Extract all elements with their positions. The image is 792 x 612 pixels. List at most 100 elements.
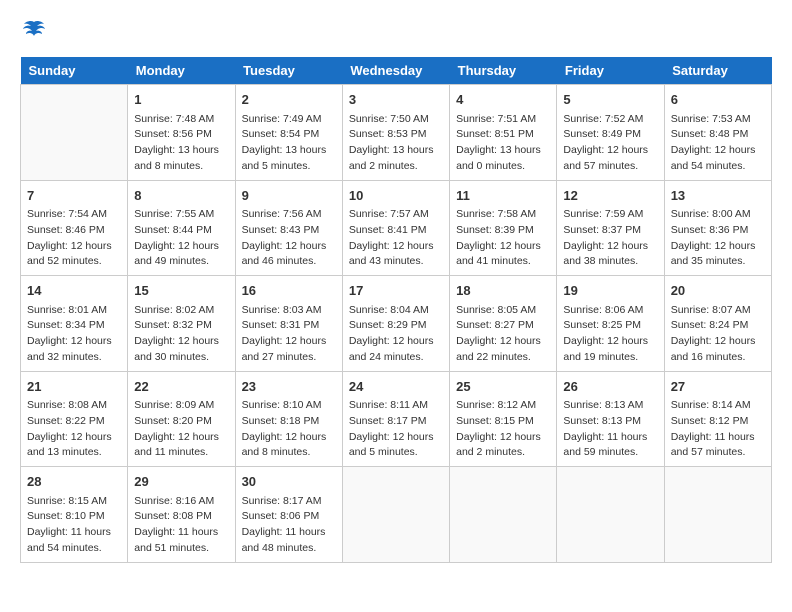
calendar-cell [342, 467, 449, 563]
cell-info: Sunrise: 7:50 AM Sunset: 8:53 PM Dayligh… [349, 112, 443, 175]
calendar-cell: 24Sunrise: 8:11 AM Sunset: 8:17 PM Dayli… [342, 371, 449, 467]
cell-info: Sunrise: 8:11 AM Sunset: 8:17 PM Dayligh… [349, 398, 443, 461]
cell-info: Sunrise: 7:54 AM Sunset: 8:46 PM Dayligh… [27, 207, 121, 270]
cell-info: Sunrise: 8:07 AM Sunset: 8:24 PM Dayligh… [671, 303, 765, 366]
cell-info: Sunrise: 7:53 AM Sunset: 8:48 PM Dayligh… [671, 112, 765, 175]
day-header-sunday: Sunday [21, 57, 128, 85]
cell-info: Sunrise: 7:52 AM Sunset: 8:49 PM Dayligh… [563, 112, 657, 175]
day-number: 8 [134, 186, 228, 206]
cell-info: Sunrise: 7:58 AM Sunset: 8:39 PM Dayligh… [456, 207, 550, 270]
calendar-cell: 30Sunrise: 8:17 AM Sunset: 8:06 PM Dayli… [235, 467, 342, 563]
day-number: 25 [456, 377, 550, 397]
day-number: 3 [349, 90, 443, 110]
calendar-cell: 7Sunrise: 7:54 AM Sunset: 8:46 PM Daylig… [21, 180, 128, 276]
cell-info: Sunrise: 8:12 AM Sunset: 8:15 PM Dayligh… [456, 398, 550, 461]
day-number: 7 [27, 186, 121, 206]
calendar-cell [664, 467, 771, 563]
day-number: 28 [27, 472, 121, 492]
day-number: 19 [563, 281, 657, 301]
day-number: 26 [563, 377, 657, 397]
cell-info: Sunrise: 8:02 AM Sunset: 8:32 PM Dayligh… [134, 303, 228, 366]
calendar-cell: 9Sunrise: 7:56 AM Sunset: 8:43 PM Daylig… [235, 180, 342, 276]
day-number: 29 [134, 472, 228, 492]
calendar-cell: 14Sunrise: 8:01 AM Sunset: 8:34 PM Dayli… [21, 276, 128, 372]
day-number: 14 [27, 281, 121, 301]
day-header-thursday: Thursday [450, 57, 557, 85]
calendar-cell [450, 467, 557, 563]
cell-info: Sunrise: 8:17 AM Sunset: 8:06 PM Dayligh… [242, 494, 336, 557]
calendar-cell: 23Sunrise: 8:10 AM Sunset: 8:18 PM Dayli… [235, 371, 342, 467]
day-number: 6 [671, 90, 765, 110]
day-number: 15 [134, 281, 228, 301]
calendar-week-row: 14Sunrise: 8:01 AM Sunset: 8:34 PM Dayli… [21, 276, 772, 372]
calendar-week-row: 21Sunrise: 8:08 AM Sunset: 8:22 PM Dayli… [21, 371, 772, 467]
day-number: 13 [671, 186, 765, 206]
calendar-cell: 22Sunrise: 8:09 AM Sunset: 8:20 PM Dayli… [128, 371, 235, 467]
day-number: 22 [134, 377, 228, 397]
day-number: 21 [27, 377, 121, 397]
calendar-cell: 21Sunrise: 8:08 AM Sunset: 8:22 PM Dayli… [21, 371, 128, 467]
calendar-cell: 2Sunrise: 7:49 AM Sunset: 8:54 PM Daylig… [235, 85, 342, 181]
cell-info: Sunrise: 8:13 AM Sunset: 8:13 PM Dayligh… [563, 398, 657, 461]
day-number: 2 [242, 90, 336, 110]
calendar-cell: 19Sunrise: 8:06 AM Sunset: 8:25 PM Dayli… [557, 276, 664, 372]
calendar-cell: 15Sunrise: 8:02 AM Sunset: 8:32 PM Dayli… [128, 276, 235, 372]
day-number: 20 [671, 281, 765, 301]
day-number: 11 [456, 186, 550, 206]
calendar-cell: 6Sunrise: 7:53 AM Sunset: 8:48 PM Daylig… [664, 85, 771, 181]
calendar-header-row: SundayMondayTuesdayWednesdayThursdayFrid… [21, 57, 772, 85]
day-header-tuesday: Tuesday [235, 57, 342, 85]
day-number: 18 [456, 281, 550, 301]
day-number: 12 [563, 186, 657, 206]
day-number: 5 [563, 90, 657, 110]
calendar-cell: 1Sunrise: 7:48 AM Sunset: 8:56 PM Daylig… [128, 85, 235, 181]
cell-info: Sunrise: 8:16 AM Sunset: 8:08 PM Dayligh… [134, 494, 228, 557]
day-number: 17 [349, 281, 443, 301]
calendar-cell: 17Sunrise: 8:04 AM Sunset: 8:29 PM Dayli… [342, 276, 449, 372]
cell-info: Sunrise: 8:06 AM Sunset: 8:25 PM Dayligh… [563, 303, 657, 366]
cell-info: Sunrise: 8:15 AM Sunset: 8:10 PM Dayligh… [27, 494, 121, 557]
day-number: 30 [242, 472, 336, 492]
calendar-cell: 5Sunrise: 7:52 AM Sunset: 8:49 PM Daylig… [557, 85, 664, 181]
cell-info: Sunrise: 7:57 AM Sunset: 8:41 PM Dayligh… [349, 207, 443, 270]
cell-info: Sunrise: 8:05 AM Sunset: 8:27 PM Dayligh… [456, 303, 550, 366]
cell-info: Sunrise: 8:01 AM Sunset: 8:34 PM Dayligh… [27, 303, 121, 366]
calendar-cell: 11Sunrise: 7:58 AM Sunset: 8:39 PM Dayli… [450, 180, 557, 276]
day-header-monday: Monday [128, 57, 235, 85]
cell-info: Sunrise: 8:08 AM Sunset: 8:22 PM Dayligh… [27, 398, 121, 461]
cell-info: Sunrise: 7:55 AM Sunset: 8:44 PM Dayligh… [134, 207, 228, 270]
cell-info: Sunrise: 8:00 AM Sunset: 8:36 PM Dayligh… [671, 207, 765, 270]
logo-bird-icon [22, 20, 46, 47]
day-number: 16 [242, 281, 336, 301]
calendar-week-row: 1Sunrise: 7:48 AM Sunset: 8:56 PM Daylig… [21, 85, 772, 181]
calendar-week-row: 7Sunrise: 7:54 AM Sunset: 8:46 PM Daylig… [21, 180, 772, 276]
day-number: 10 [349, 186, 443, 206]
calendar-cell: 28Sunrise: 8:15 AM Sunset: 8:10 PM Dayli… [21, 467, 128, 563]
calendar-cell [557, 467, 664, 563]
day-header-wednesday: Wednesday [342, 57, 449, 85]
day-number: 24 [349, 377, 443, 397]
calendar-cell: 25Sunrise: 8:12 AM Sunset: 8:15 PM Dayli… [450, 371, 557, 467]
day-number: 1 [134, 90, 228, 110]
cell-info: Sunrise: 8:03 AM Sunset: 8:31 PM Dayligh… [242, 303, 336, 366]
cell-info: Sunrise: 8:10 AM Sunset: 8:18 PM Dayligh… [242, 398, 336, 461]
calendar-cell [21, 85, 128, 181]
calendar-cell: 10Sunrise: 7:57 AM Sunset: 8:41 PM Dayli… [342, 180, 449, 276]
calendar-cell: 4Sunrise: 7:51 AM Sunset: 8:51 PM Daylig… [450, 85, 557, 181]
calendar-cell: 18Sunrise: 8:05 AM Sunset: 8:27 PM Dayli… [450, 276, 557, 372]
calendar-week-row: 28Sunrise: 8:15 AM Sunset: 8:10 PM Dayli… [21, 467, 772, 563]
day-header-saturday: Saturday [664, 57, 771, 85]
cell-info: Sunrise: 8:09 AM Sunset: 8:20 PM Dayligh… [134, 398, 228, 461]
calendar-cell: 16Sunrise: 8:03 AM Sunset: 8:31 PM Dayli… [235, 276, 342, 372]
cell-info: Sunrise: 7:51 AM Sunset: 8:51 PM Dayligh… [456, 112, 550, 175]
cell-info: Sunrise: 7:49 AM Sunset: 8:54 PM Dayligh… [242, 112, 336, 175]
calendar-cell: 13Sunrise: 8:00 AM Sunset: 8:36 PM Dayli… [664, 180, 771, 276]
calendar-cell: 8Sunrise: 7:55 AM Sunset: 8:44 PM Daylig… [128, 180, 235, 276]
cell-info: Sunrise: 7:56 AM Sunset: 8:43 PM Dayligh… [242, 207, 336, 270]
day-header-friday: Friday [557, 57, 664, 85]
calendar-cell: 26Sunrise: 8:13 AM Sunset: 8:13 PM Dayli… [557, 371, 664, 467]
calendar-cell: 27Sunrise: 8:14 AM Sunset: 8:12 PM Dayli… [664, 371, 771, 467]
calendar-cell: 12Sunrise: 7:59 AM Sunset: 8:37 PM Dayli… [557, 180, 664, 276]
header [20, 20, 772, 47]
day-number: 4 [456, 90, 550, 110]
